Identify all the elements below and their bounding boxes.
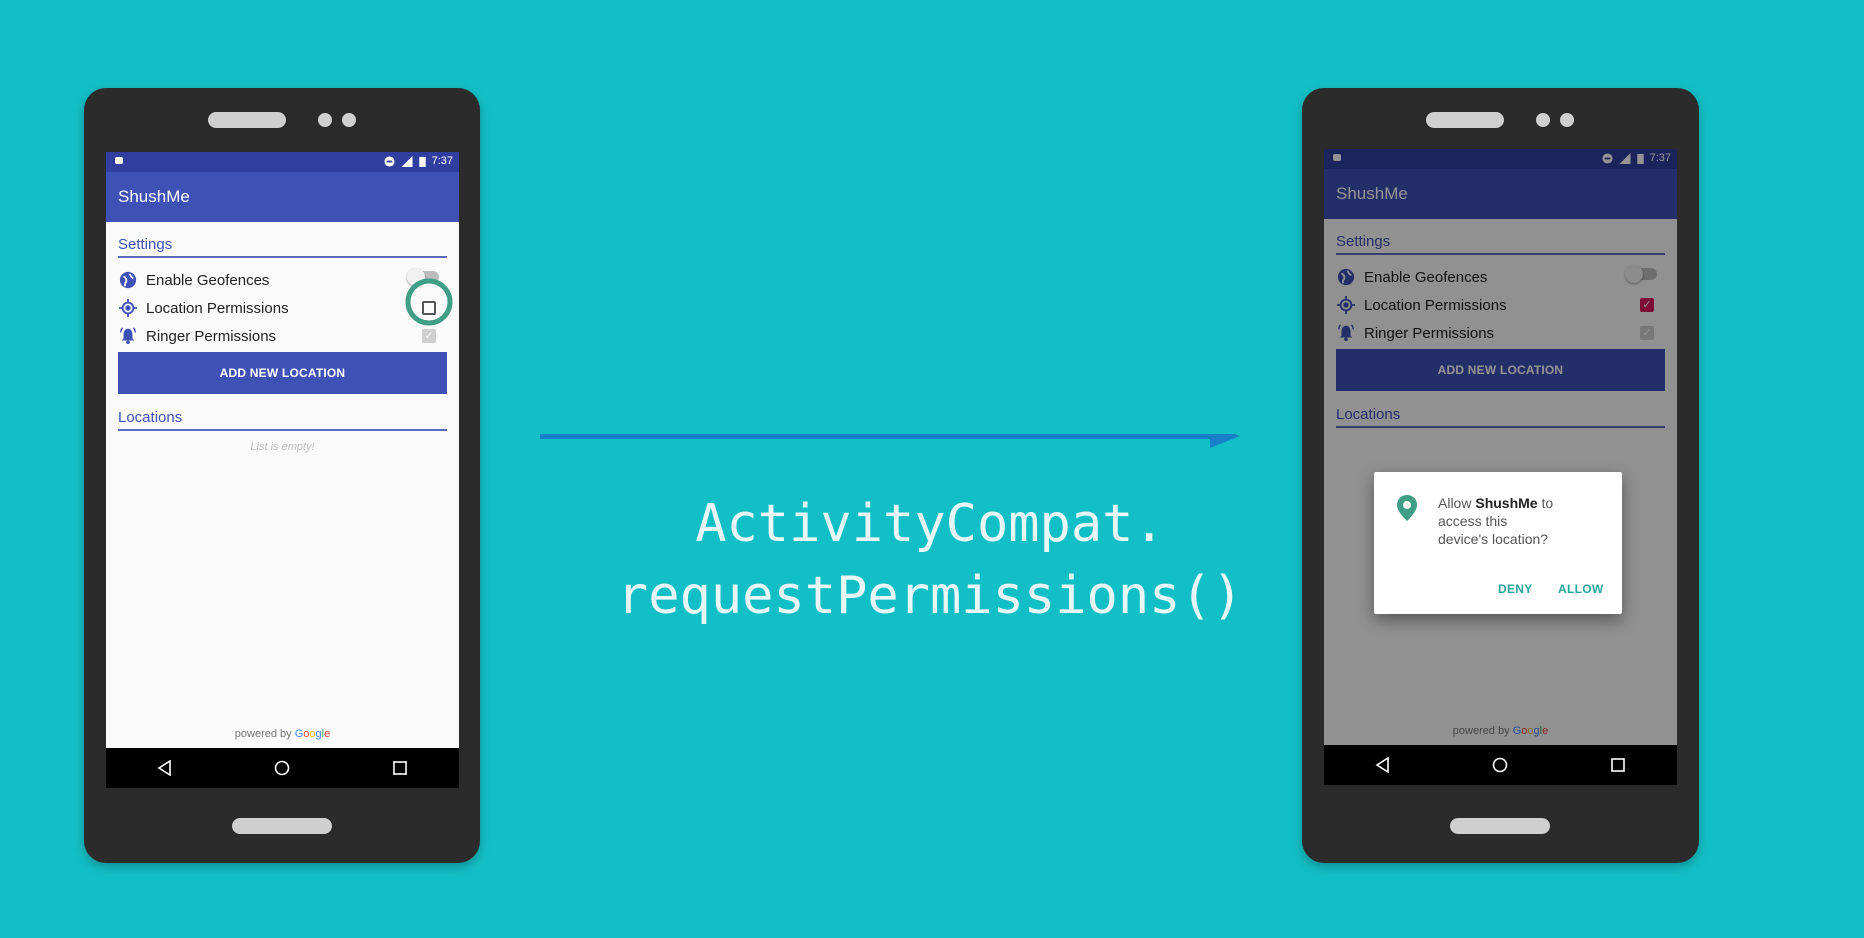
phone-speaker: [208, 112, 286, 128]
dialog-allow-word: Allow: [1438, 495, 1472, 511]
status-bar: 7:37: [106, 152, 459, 172]
android-notification-icon: [115, 157, 123, 164]
home-icon[interactable]: [1492, 757, 1508, 773]
allow-button[interactable]: ALLOW: [1558, 582, 1604, 596]
signal-icon: [401, 155, 413, 167]
phone-camera: [318, 113, 332, 127]
transition-arrow: [540, 434, 1240, 448]
right-phone: 7:37 ShushMe Settings Enable Geofences L…: [1302, 88, 1699, 863]
google-logo: Google: [294, 728, 331, 740]
bell-icon: [118, 326, 138, 346]
row-label: Location Permissions: [146, 299, 289, 317]
highlight-circle: [405, 278, 453, 326]
back-icon[interactable]: [1375, 757, 1391, 773]
row-label: Ringer Permissions: [146, 327, 277, 345]
dialog-app-name: ShushMe: [1475, 495, 1538, 511]
ringer-permission-checkbox[interactable]: ✓: [422, 329, 436, 343]
battery-icon: [418, 156, 426, 167]
left-screen: 7:37 ShushMe Settings Enable Geofences L…: [106, 152, 459, 788]
phone-sensor: [1560, 113, 1574, 127]
row-enable-geofences: Enable Geofences: [118, 268, 447, 292]
phone-speaker: [1426, 112, 1504, 128]
powered-by-text: powered by: [234, 728, 292, 740]
app-title: ShushMe: [106, 172, 459, 222]
row-ringer-permissions: Ringer Permissions ✓: [118, 324, 447, 348]
location-target-icon: [118, 298, 138, 318]
status-time: 7:37: [431, 155, 453, 167]
empty-list-text: List is empty!: [250, 441, 315, 453]
left-phone: 7:37 ShushMe Settings Enable Geofences L…: [84, 88, 480, 863]
phone-home-bar: [1450, 818, 1550, 834]
location-pin-icon: [1397, 495, 1417, 521]
add-new-location-button[interactable]: ADD NEW LOCATION: [118, 352, 447, 394]
row-location-permissions: Location Permissions: [118, 296, 447, 320]
do-not-disturb-icon: [384, 155, 395, 167]
dialog-message: Allow ShushMe to access this device's lo…: [1438, 494, 1558, 548]
locations-section-title: Locations: [118, 409, 447, 431]
code-line-1: ActivityCompat.: [695, 494, 1165, 554]
right-screen: 7:37 ShushMe Settings Enable Geofences L…: [1324, 149, 1677, 785]
globe-icon: [118, 270, 138, 290]
deny-button[interactable]: DENY: [1498, 582, 1533, 596]
phone-camera: [1536, 113, 1550, 127]
code-line-2: requestPermissions(): [616, 566, 1244, 626]
back-icon[interactable]: [157, 760, 173, 776]
recents-icon[interactable]: [392, 760, 408, 776]
dialog-scrim: [1324, 149, 1677, 745]
permission-dialog: Allow ShushMe to access this device's lo…: [1374, 472, 1622, 614]
powered-by-google: powered by Google: [106, 728, 459, 740]
recents-icon[interactable]: [1610, 757, 1626, 773]
navigation-bar: [106, 748, 459, 788]
row-label: Enable Geofences: [146, 271, 270, 289]
phone-home-bar: [232, 818, 332, 834]
phone-sensor: [342, 113, 356, 127]
settings-section-title: Settings: [118, 236, 447, 258]
navigation-bar: [1324, 745, 1677, 785]
home-icon[interactable]: [274, 760, 290, 776]
